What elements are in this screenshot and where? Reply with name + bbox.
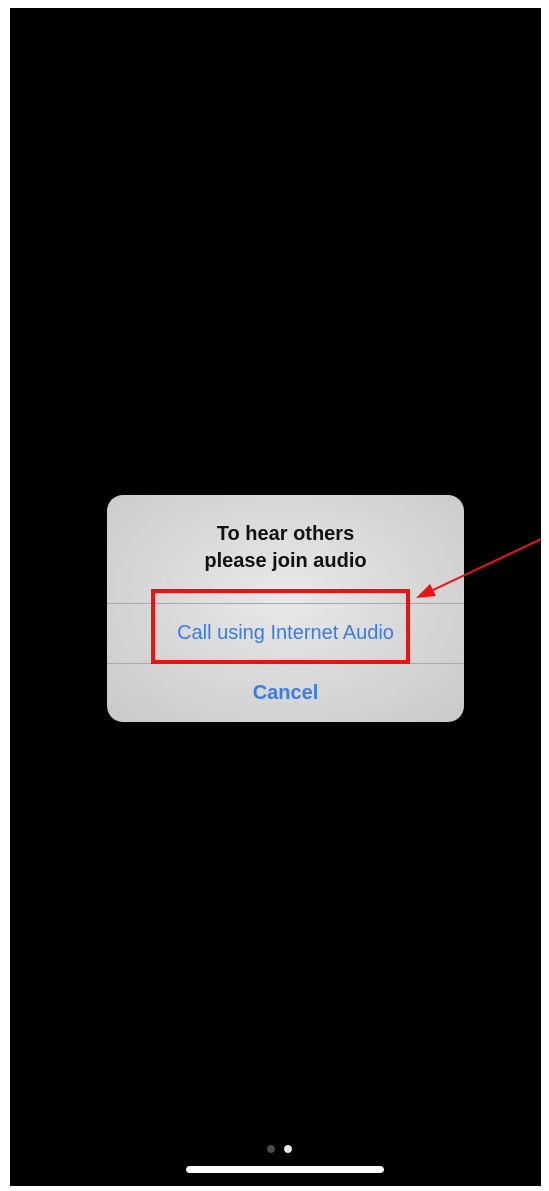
cancel-button[interactable]: Cancel	[107, 664, 464, 722]
call-internet-audio-button[interactable]: Call using Internet Audio	[107, 604, 464, 663]
home-indicator[interactable]	[186, 1166, 384, 1173]
phone-screen: To hear others please join audio Call us…	[10, 8, 541, 1186]
join-audio-alert: To hear others please join audio Call us…	[107, 495, 464, 722]
alert-title: To hear others please join audio	[107, 521, 464, 575]
page-dot-icon[interactable]	[267, 1145, 275, 1153]
page-dot-icon[interactable]	[284, 1145, 292, 1153]
alert-title-line-1: To hear others	[216, 523, 355, 545]
page-indicator	[267, 1145, 292, 1153]
alert-title-line-2: please join audio	[204, 550, 367, 572]
